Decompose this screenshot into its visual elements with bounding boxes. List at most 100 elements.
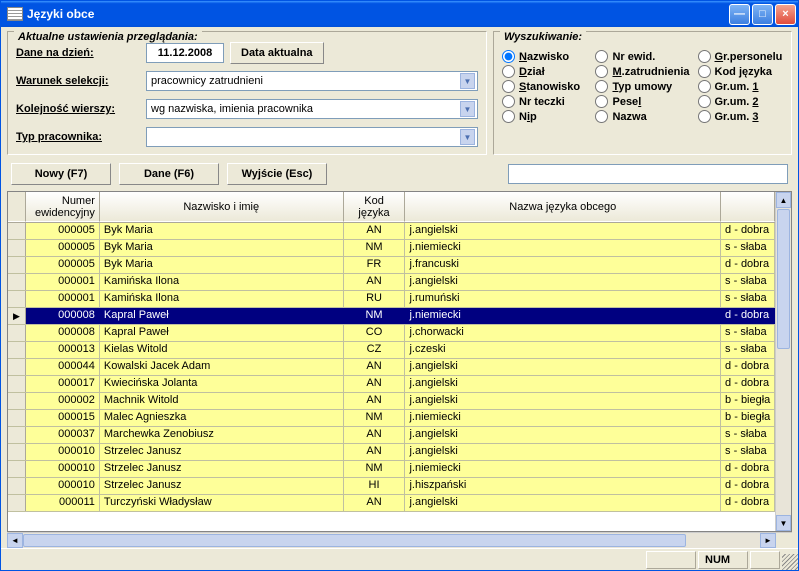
cell-id: 000017	[26, 376, 100, 392]
data-button[interactable]: Dane (F6)	[119, 163, 219, 185]
radio-input[interactable]	[502, 80, 515, 93]
table-row[interactable]: 000001Kamińska IlonaANj.angielskis - sła…	[8, 274, 775, 291]
radio-input[interactable]	[595, 80, 608, 93]
exit-button[interactable]: Wyjście (Esc)	[227, 163, 327, 185]
cell-name: Strzelec Janusz	[100, 478, 344, 494]
titlebar[interactable]: Języki obce — □ ×	[1, 1, 798, 27]
search-radio-dzia[interactable]: Dział	[502, 65, 587, 78]
search-radio-kodjzyka[interactable]: Kod języka	[698, 65, 784, 78]
radio-input[interactable]	[595, 65, 608, 78]
radio-input[interactable]	[502, 95, 515, 108]
radio-input[interactable]	[698, 80, 711, 93]
row-marker	[8, 410, 26, 426]
search-radio-grum2[interactable]: Gr.um. 2	[698, 95, 784, 108]
table-row[interactable]: 000005Byk MariaNMj.niemieckis - słaba	[8, 240, 775, 257]
radio-label: Gr.um. 3	[715, 111, 759, 123]
scroll-down-icon[interactable]: ▼	[776, 515, 791, 531]
table-row[interactable]: 000017Kwiecińska JolantaANj.angielskid -…	[8, 376, 775, 393]
cell-level: s - słaba	[721, 342, 775, 358]
table-row[interactable]: 000015Malec AgnieszkaNMj.niemieckib - bi…	[8, 410, 775, 427]
search-radio-mzatrudnienia[interactable]: M.zatrudnienia	[595, 65, 689, 78]
date-input[interactable]	[146, 43, 224, 63]
search-radio-stanowisko[interactable]: Stanowisko	[502, 80, 587, 93]
scroll-thumb[interactable]	[777, 209, 790, 349]
table-row[interactable]: 000010Strzelec JanuszANj.angielskis - sł…	[8, 444, 775, 461]
grid-header: Numer ewidencyjny Nazwisko i imię Kod ję…	[8, 192, 775, 223]
cell-id: 000005	[26, 240, 100, 256]
scroll-up-icon[interactable]: ▲	[776, 192, 791, 208]
search-panel: Wyszukiwanie: NazwiskoNr ewid.Gr.persone…	[493, 31, 792, 155]
search-radio-typumowy[interactable]: Typ umowy	[595, 80, 689, 93]
table-row[interactable]: 000008Kapral PawełCOj.chorwackis - słaba	[8, 325, 775, 342]
order-combo[interactable]: wg nazwiska, imienia pracownika ▼	[146, 99, 478, 119]
status-segment	[646, 551, 696, 569]
minimize-button[interactable]: —	[729, 4, 750, 25]
radio-input[interactable]	[698, 50, 711, 63]
current-date-button[interactable]: Data aktualna	[230, 42, 324, 64]
radio-input[interactable]	[698, 95, 711, 108]
search-radio-nip[interactable]: Nip	[502, 110, 587, 123]
search-radio-grum1[interactable]: Gr.um. 1	[698, 80, 784, 93]
selection-combo[interactable]: pracownicy zatrudnieni ▼	[146, 71, 478, 91]
vertical-scrollbar[interactable]: ▲ ▼	[775, 192, 791, 531]
table-row[interactable]: 000011Turczyński WładysławANj.angielskid…	[8, 495, 775, 512]
cell-level: s - słaba	[721, 274, 775, 290]
radio-label: Nazwa	[612, 111, 646, 123]
radio-input[interactable]	[698, 65, 711, 78]
resize-grip[interactable]	[782, 554, 798, 570]
table-row[interactable]: 000002Machnik WitoldANj.angielskib - bie…	[8, 393, 775, 410]
table-row[interactable]: 000005Byk MariaANj.angielskid - dobra	[8, 223, 775, 240]
search-radio-grpersonelu[interactable]: Gr.personelu	[698, 50, 784, 63]
scroll-right-icon[interactable]: ►	[760, 533, 776, 548]
table-row[interactable]: 000001Kamińska IlonaRUj.rumuńskis - słab…	[8, 291, 775, 308]
scroll-left-icon[interactable]: ◄	[7, 533, 23, 548]
grid-header-level[interactable]	[721, 192, 775, 222]
type-combo[interactable]: ▼	[146, 127, 478, 147]
cell-code: AN	[344, 444, 406, 460]
cell-lang: j.angielski	[405, 495, 721, 511]
search-radio-nazwa[interactable]: Nazwa	[595, 110, 689, 123]
search-input[interactable]	[508, 164, 788, 184]
radio-input[interactable]	[595, 95, 608, 108]
cell-code: AN	[344, 223, 406, 239]
radio-input[interactable]	[502, 65, 515, 78]
radio-input[interactable]	[502, 110, 515, 123]
cell-id: 000005	[26, 257, 100, 273]
cell-name: Kamińska Ilona	[100, 291, 344, 307]
cell-lang: j.czeski	[405, 342, 721, 358]
cell-code: CZ	[344, 342, 406, 358]
table-row[interactable]: 000013Kielas WitoldCZj.czeskis - słaba	[8, 342, 775, 359]
cell-name: Kielas Witold	[100, 342, 344, 358]
grid-header-id[interactable]: Numer ewidencyjny	[26, 192, 100, 222]
table-row[interactable]: 000044Kowalski Jacek AdamANj.angielskid …	[8, 359, 775, 376]
cell-level: s - słaba	[721, 291, 775, 307]
maximize-button[interactable]: □	[752, 4, 773, 25]
grid-header-lang[interactable]: Nazwa języka obcego	[405, 192, 721, 222]
search-radio-nazwisko[interactable]: Nazwisko	[502, 50, 587, 63]
radio-input[interactable]	[595, 50, 608, 63]
radio-input[interactable]	[698, 110, 711, 123]
search-radio-grum3[interactable]: Gr.um. 3	[698, 110, 784, 123]
radio-label: Typ umowy	[612, 81, 672, 93]
close-button[interactable]: ×	[775, 4, 796, 25]
chevron-down-icon: ▼	[460, 101, 475, 117]
hscroll-thumb[interactable]	[23, 534, 686, 547]
table-row[interactable]: 000010Strzelec JanuszNMj.niemieckid - do…	[8, 461, 775, 478]
grid-header-name[interactable]: Nazwisko i imię	[100, 192, 344, 222]
table-row[interactable]: 000010Strzelec JanuszHIj.hiszpańskid - d…	[8, 478, 775, 495]
radio-input[interactable]	[595, 110, 608, 123]
table-row[interactable]: ▶000008Kapral PawełNMj.niemieckid - dobr…	[8, 308, 775, 325]
radio-input[interactable]	[502, 50, 515, 63]
cell-level: d - dobra	[721, 223, 775, 239]
new-button[interactable]: Nowy (F7)	[11, 163, 111, 185]
table-row[interactable]: 000005Byk MariaFRj.francuskid - dobra	[8, 257, 775, 274]
search-radio-pesel[interactable]: Pesel	[595, 95, 689, 108]
cell-name: Strzelec Janusz	[100, 444, 344, 460]
search-radio-nrewid[interactable]: Nr ewid.	[595, 50, 689, 63]
grid-header-marker[interactable]	[8, 192, 26, 222]
search-radio-nrteczki[interactable]: Nr teczki	[502, 95, 587, 108]
table-row[interactable]: 000037Marchewka ZenobiuszANj.angielskis …	[8, 427, 775, 444]
grid-header-code[interactable]: Kod języka	[344, 192, 406, 222]
horizontal-scrollbar[interactable]: ◄ ►	[7, 532, 792, 548]
cell-lang: j.angielski	[405, 376, 721, 392]
